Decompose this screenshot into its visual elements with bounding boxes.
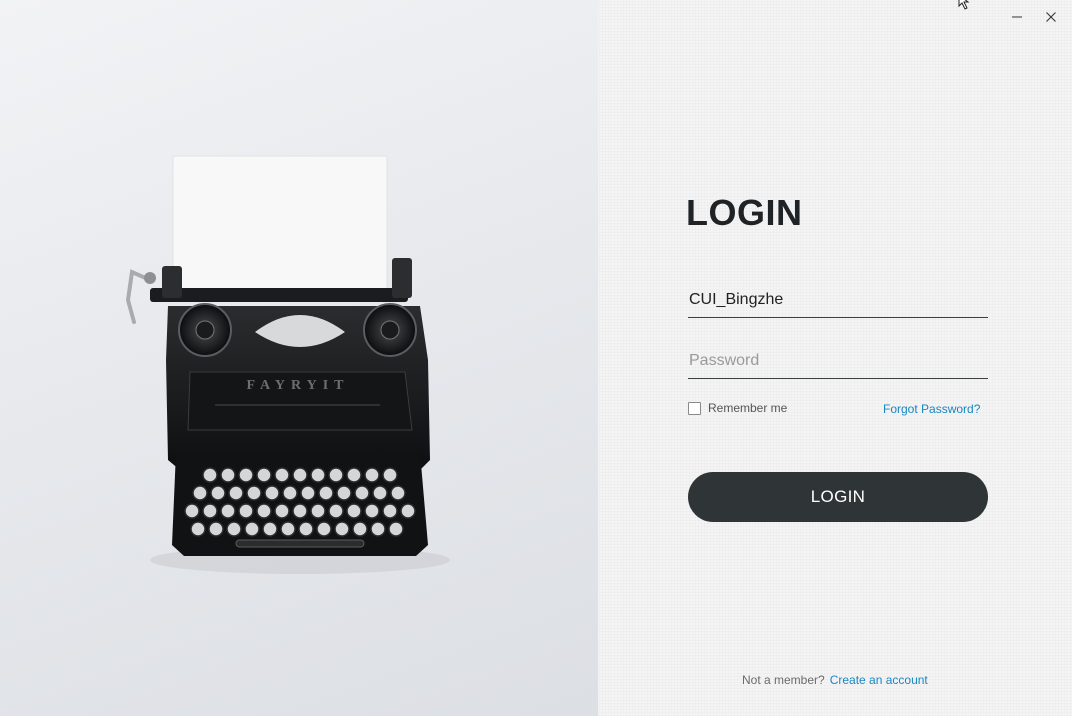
remember-me-row: Remember me xyxy=(688,401,787,415)
signup-footer: Not a member? Create an account xyxy=(742,673,928,687)
window-controls xyxy=(1000,6,1068,28)
forgot-password-link[interactable]: Forgot Password? xyxy=(883,402,980,416)
typewriter-brand: FAYRYIT xyxy=(247,378,350,393)
remember-me-label[interactable]: Remember me xyxy=(708,401,787,415)
login-title: LOGIN xyxy=(686,192,803,233)
login-panel: LOGIN Remember me Forgot Password? LOGIN… xyxy=(598,0,1072,716)
minimize-button[interactable] xyxy=(1000,6,1034,28)
close-button[interactable] xyxy=(1034,6,1068,28)
minimize-icon xyxy=(1012,16,1022,18)
hero-image-panel: FAYRYIT xyxy=(0,0,598,716)
typewriter-photo: FAYRYIT xyxy=(125,155,450,574)
create-account-link[interactable]: Create an account xyxy=(830,673,928,687)
close-icon xyxy=(1046,12,1056,22)
mouse-cursor-icon xyxy=(958,0,970,10)
login-button[interactable]: LOGIN xyxy=(688,472,988,522)
password-input[interactable] xyxy=(688,343,988,379)
remember-me-checkbox[interactable] xyxy=(688,401,701,415)
login-window: FAYRYIT LOGIN CUI_Bingzhe Remember me Fo… xyxy=(0,0,1072,716)
not-member-text: Not a member? xyxy=(742,673,825,687)
username-input[interactable] xyxy=(688,282,988,318)
